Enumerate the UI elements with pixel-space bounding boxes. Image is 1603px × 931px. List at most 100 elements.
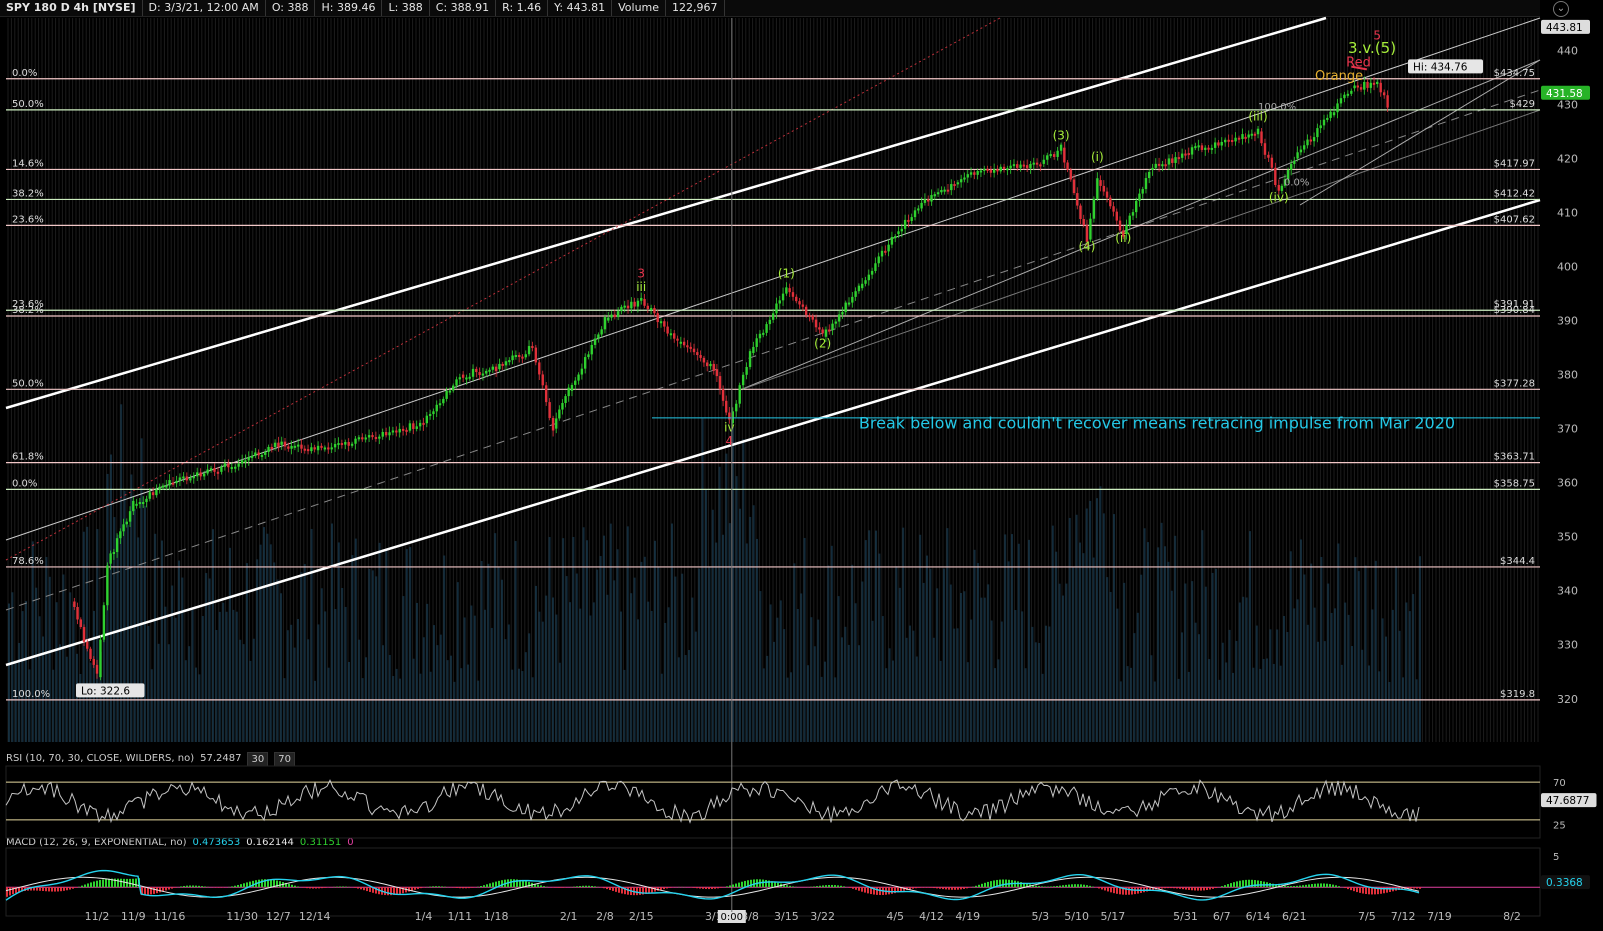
candle-body bbox=[1293, 160, 1296, 164]
wave-label: (4) bbox=[1078, 239, 1095, 253]
candle-body bbox=[1187, 153, 1190, 156]
macd-hist-bar bbox=[1368, 887, 1370, 895]
candle-body bbox=[1312, 137, 1316, 142]
fib-price-label: $429 bbox=[1510, 99, 1535, 110]
volume-bar bbox=[1048, 626, 1051, 742]
volume-bar bbox=[1051, 525, 1054, 742]
candle-body bbox=[1299, 149, 1303, 153]
candle-body bbox=[481, 373, 485, 376]
volume-bar bbox=[524, 652, 527, 742]
macd-hist-bar bbox=[1173, 887, 1175, 889]
candle-body bbox=[452, 385, 455, 391]
macd-hist-bar bbox=[357, 887, 359, 889]
candle-body bbox=[551, 417, 555, 431]
candle-body bbox=[808, 315, 811, 318]
macd-hist-bar bbox=[696, 887, 698, 889]
volume-bar bbox=[579, 608, 582, 742]
candle-body bbox=[1135, 200, 1138, 213]
candle-body bbox=[590, 344, 593, 355]
candle-body bbox=[577, 374, 580, 381]
volume-bar bbox=[735, 476, 738, 742]
macd-hist-bar bbox=[831, 884, 833, 888]
candle-body bbox=[428, 414, 432, 417]
candle-body bbox=[448, 390, 452, 393]
volume-bar bbox=[392, 676, 395, 742]
fib-pct-label: 100.0% bbox=[12, 689, 50, 700]
candle-body bbox=[234, 466, 237, 469]
candle-body bbox=[76, 606, 79, 620]
candle-body bbox=[821, 329, 824, 334]
macd-hist-bar bbox=[1050, 886, 1052, 888]
macd-hist-bar bbox=[1038, 886, 1040, 888]
candle-body bbox=[545, 385, 548, 403]
macd-hist-bar bbox=[717, 887, 719, 889]
volume-bar bbox=[310, 528, 313, 742]
volume-bar bbox=[956, 628, 959, 742]
volume-bar bbox=[263, 527, 265, 742]
volume-bar bbox=[1374, 560, 1377, 742]
volume-bar bbox=[861, 581, 864, 742]
candle-body bbox=[1102, 185, 1106, 192]
macd-hist-bar bbox=[540, 885, 542, 888]
macd-hist-bar bbox=[486, 884, 488, 888]
volume-bar bbox=[269, 544, 272, 742]
fib-price-label: $344.4 bbox=[1500, 556, 1535, 567]
x-tick-label: 5/17 bbox=[1101, 910, 1126, 923]
candle-body bbox=[128, 511, 132, 522]
candle-body bbox=[1270, 157, 1274, 168]
volume-bar bbox=[1405, 602, 1408, 742]
volume-bar bbox=[242, 644, 245, 742]
macd-hist-bar bbox=[822, 885, 824, 888]
candle-body bbox=[1059, 144, 1063, 151]
volume-bar bbox=[473, 615, 476, 742]
price-chart[interactable]: 3203303403503603703803904004104204304400… bbox=[0, 0, 1603, 931]
volume-bar bbox=[892, 660, 894, 742]
macd-hist-bar bbox=[42, 887, 44, 892]
volume-bar bbox=[783, 629, 786, 742]
candle-body bbox=[306, 449, 310, 452]
macd-hist-bar bbox=[174, 887, 176, 888]
candle-body bbox=[508, 360, 511, 363]
candle-body bbox=[603, 317, 607, 330]
candle-body bbox=[165, 485, 168, 488]
volume-bar bbox=[596, 569, 599, 742]
candle-body bbox=[182, 476, 185, 479]
candle-body bbox=[1052, 154, 1056, 157]
macd-hist-bar bbox=[1164, 887, 1166, 889]
volume-bar bbox=[409, 547, 412, 742]
volume-bar bbox=[1371, 609, 1374, 742]
macd-hist-bar bbox=[858, 887, 860, 891]
macd-hist-bar bbox=[183, 885, 185, 888]
candle-body bbox=[1346, 93, 1350, 96]
volume-bar bbox=[943, 568, 945, 742]
volume-bar bbox=[1089, 500, 1092, 742]
candle-body bbox=[1237, 137, 1241, 140]
candle-body bbox=[161, 485, 165, 488]
macd-hist-bar bbox=[153, 887, 155, 894]
volume-bar bbox=[538, 611, 541, 742]
macd-hist-bar bbox=[522, 880, 524, 888]
candle-body bbox=[283, 441, 287, 447]
macd-hist-bar bbox=[1293, 886, 1295, 888]
volume-bar bbox=[977, 563, 979, 742]
volume-bar bbox=[419, 673, 422, 742]
candle-body bbox=[712, 363, 715, 371]
macd-hist-bar bbox=[243, 883, 245, 888]
candle-body bbox=[801, 304, 805, 307]
candle-body bbox=[748, 351, 752, 367]
candle-body bbox=[745, 366, 748, 375]
volume-bar bbox=[752, 505, 755, 742]
macd-hist-bar bbox=[1314, 883, 1316, 888]
x-tick-label: 8/2 bbox=[1503, 910, 1521, 923]
volume-bar bbox=[150, 669, 153, 742]
x-tick-label: 12/14 bbox=[299, 910, 331, 923]
candle-body bbox=[907, 219, 910, 222]
macd-hist-bar bbox=[750, 879, 752, 888]
macd-hist-bar bbox=[135, 878, 137, 888]
candle-body bbox=[412, 423, 415, 429]
volume-bar bbox=[1119, 681, 1122, 742]
volume-bar bbox=[983, 597, 986, 742]
candle-body bbox=[1089, 218, 1092, 240]
volume-bar bbox=[1181, 632, 1183, 742]
volume-bar bbox=[725, 453, 728, 742]
